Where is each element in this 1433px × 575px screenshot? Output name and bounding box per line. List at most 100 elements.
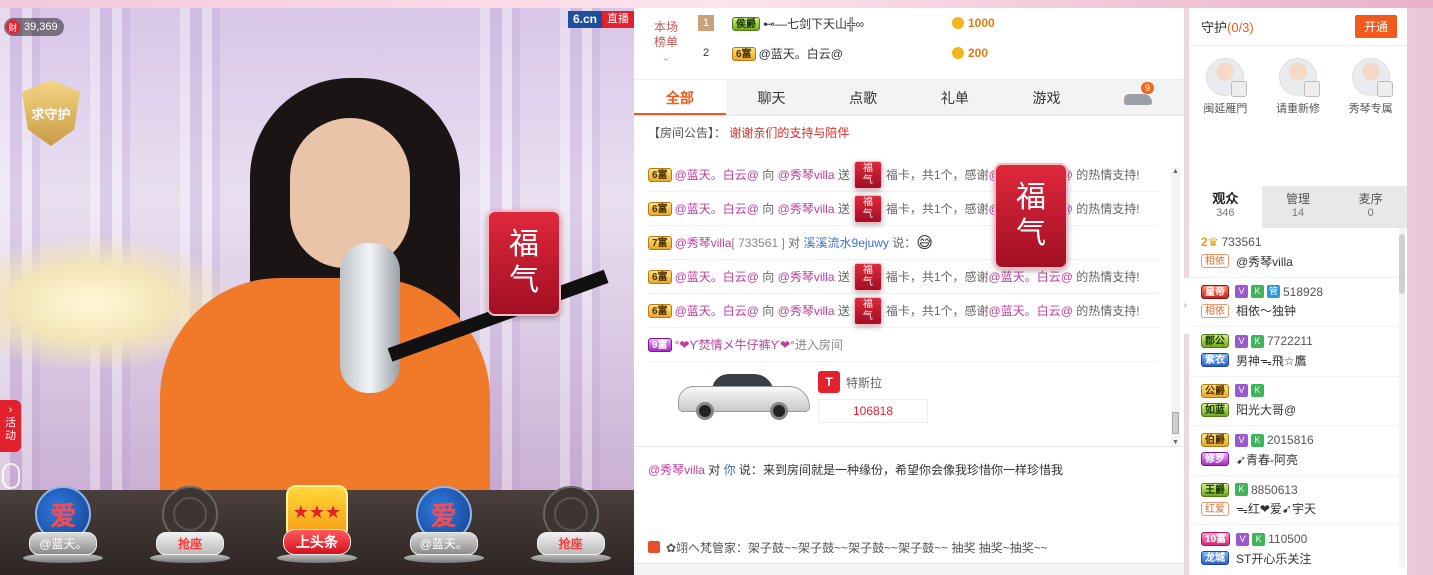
seat[interactable]: ★★★ 上头条 [271,485,363,563]
emoji-icon: 😅 [916,234,933,252]
rank-coin-value: 1000 [968,16,995,30]
thanks-user[interactable]: @蓝天。白云@ [989,268,1073,285]
msg-send: 送 [837,304,850,318]
scroll-thumb[interactable] [1172,412,1179,434]
fuka-gift-icon: 福 气 [994,163,1068,269]
msg-to: 向 [762,202,775,216]
seat[interactable]: 爱 @蓝天。 [17,486,109,563]
tab-games[interactable]: 游戏 [1001,80,1093,115]
arrow-up-icon[interactable]: ▲ [1171,168,1180,175]
enter-text: 进入房间 [794,338,843,352]
tab-song[interactable]: 点歌 [817,80,909,115]
guard-count: (0/3) [1227,20,1254,35]
audience-list[interactable]: 2♛ 733561 相依 @秀琴villa 皇帝 V K 管 518928 相依 相依～独钟 郡公 V K… [1189,228,1407,567]
noble-badge: 王爵 [1201,482,1229,497]
fuka-char-2: 气 [509,263,539,298]
audience-id: 8850613 [1251,482,1298,497]
audience-item[interactable]: 皇帝 V K 管 518928 相依 相依～独钟 [1189,278,1407,327]
sender-name[interactable]: @蓝天。白云@ [675,302,759,319]
thanks-tail: 的热情支持! [1076,168,1140,182]
vip-v-icon: V [1235,334,1248,348]
rank-username: @蓝天。白云@ [758,46,843,61]
ranking-label[interactable]: 本场 榜单 ⌄ [634,8,698,79]
activity-tab[interactable]: › 活动 [0,400,21,452]
scroll-thumb[interactable] [1399,234,1405,294]
thanks-tail: 的热情支持! [1076,304,1140,318]
private-sender[interactable]: @秀琴villa [648,463,705,477]
thanks-tail: 的热情支持! [1076,202,1140,216]
level-badge: 侯爵 [732,17,760,32]
streamer-face [290,118,410,268]
avatar [1278,58,1320,97]
audience-item[interactable]: 10富 V K 110500 龙城 ST开心乐关注 [1189,525,1407,567]
tab-count: 14 [1291,207,1305,219]
guard-member[interactable]: 请重新修 [1266,58,1330,186]
target-name[interactable]: @秀琴villa [778,200,835,217]
sender-name[interactable]: @蓝天。白云@ [675,200,759,217]
audience-scrollbar[interactable] [1399,228,1405,567]
tab-mic-queue[interactable]: 麦序 0 [1334,186,1407,228]
chat-tabs: 全部 聊天 点歌 礼单 游戏 9 [634,80,1184,116]
audience-name: @秀琴villa [1236,254,1293,269]
guard-member[interactable]: 闽延雁門 [1193,58,1257,186]
seat[interactable]: 抢座 [144,486,236,563]
audience-item[interactable]: 王爵 K 8850613 红爱 ᯓ红❤爱➹宇天 [1189,476,1407,525]
target-name[interactable]: @秀琴villa [778,302,835,319]
noble-badge: 10富 [1201,532,1231,546]
gift-text: 福卡，共1个，感谢 [885,202,989,216]
audience-item[interactable]: 郡公 V K 7722211 紫衣 男神ᯓ飛☆鷹 [1189,327,1407,377]
live-video[interactable]: 财 39,369 6.cn 直播 求守护 福 气 › 活动 [0,8,634,490]
fuka-char-1: 福 [862,162,873,174]
sender-name[interactable]: @蓝天。白云@ [675,166,759,183]
thanks-user[interactable]: @蓝天。白云@ [989,302,1073,319]
chat-messages[interactable]: 6富 @蓝天。白云@ 向 @秀琴villa 送福气福卡，共1个，感谢@蓝天。白云… [634,158,1169,446]
target-name[interactable]: @秀琴villa [778,268,835,285]
target-name[interactable]: @秀琴villa [778,166,835,183]
session-ranking: 本场 榜单 ⌄ 1 侯爵 ⊷—七剑下天山╬∞ 1000 2 6富 @蓝天。白云@ 2… [634,8,1184,80]
seat[interactable]: 抢座 [525,486,617,563]
top-decoration [0,0,1433,8]
audience-item[interactable]: 伯爵 V K 2015816 修罗 ➹青春-阿亮 [1189,426,1407,476]
audience-tabs: 观众 346 管理 14 麦序 0 [1189,186,1407,228]
fuka-gift-icon: 福 气 [487,210,561,316]
seat-label: @蓝天。 [409,532,478,555]
ranking-row[interactable]: 2 6富 @蓝天。白云@ 200 [698,38,1184,68]
viewer-count-value: 39,369 [24,21,58,33]
audience-id: 7722211 [1267,334,1313,348]
tab-all[interactable]: 全部 [634,80,726,115]
tab-label: 观众 [1212,191,1239,206]
msg-send: 送 [837,168,850,182]
target-name[interactable]: 溪溪流水9ejuwy [804,234,889,251]
streamer-body [160,278,490,490]
tab-chat[interactable]: 聊天 [726,80,818,115]
logo-live: 直播 [602,11,634,28]
rank-coins: 1000 [952,16,995,30]
tab-admin[interactable]: 管理 14 [1262,186,1335,228]
gift-message: 6富 @蓝天。白云@ 向 @秀琴villa 送福气福卡，共1个，感谢@蓝天。白云… [648,158,1159,192]
fuka-char-2: 气 [862,310,873,322]
audience-name: ST开心乐关注 [1236,551,1312,566]
tab-gifts[interactable]: 礼单 [909,80,1001,115]
viewer-count: 财 39,369 [4,18,64,36]
seat[interactable]: 爱 @蓝天。 [398,486,490,563]
ranking-row[interactable]: 1 侯爵 ⊷—七剑下天山╬∞ 1000 [698,8,1184,38]
rank-number: 2 [702,47,710,59]
chat-panel: 本场 榜单 ⌄ 1 侯爵 ⊷—七剑下天山╬∞ 1000 2 6富 @蓝天。白云@ 2… [634,8,1184,575]
audience-item[interactable]: 公爵 V K 如蓝 阳光大哥@ [1189,377,1407,426]
tab-label: 管理 [1286,192,1311,206]
open-guard-button[interactable]: 开通 [1354,15,1397,38]
broadcast-text: ✿翊へ梵管家：架子鼓~~架子鼓~~架子鼓~~架子鼓~~ 抽奖 抽奖~抽奖~~ [666,540,1048,555]
tab-count: 346 [1216,207,1235,219]
tab-car[interactable]: 9 [1092,80,1184,115]
audience-item[interactable]: 2♛ 733561 相依 @秀琴villa [1189,228,1407,278]
arrow-down-icon[interactable]: ▼ [1171,439,1180,446]
chat-input-bar[interactable] [634,563,1184,575]
guard-member[interactable]: 秀琴专属 [1339,58,1403,186]
sender-name[interactable]: °❤ϒ焚情メ牛仔裤ϒ❤° [675,336,795,353]
sender-name[interactable]: @秀琴villa [675,234,732,251]
tab-audience[interactable]: 观众 346 [1189,186,1262,228]
sender-name[interactable]: @蓝天。白云@ [675,268,759,285]
gift-message: 6富 @蓝天。白云@ 向 @秀琴villa 送福气福卡，共1个，感谢@蓝天。白云… [648,192,1159,226]
chat-scrollbar[interactable]: ▲ ▼ [1171,168,1180,446]
car-icon [1124,93,1153,105]
